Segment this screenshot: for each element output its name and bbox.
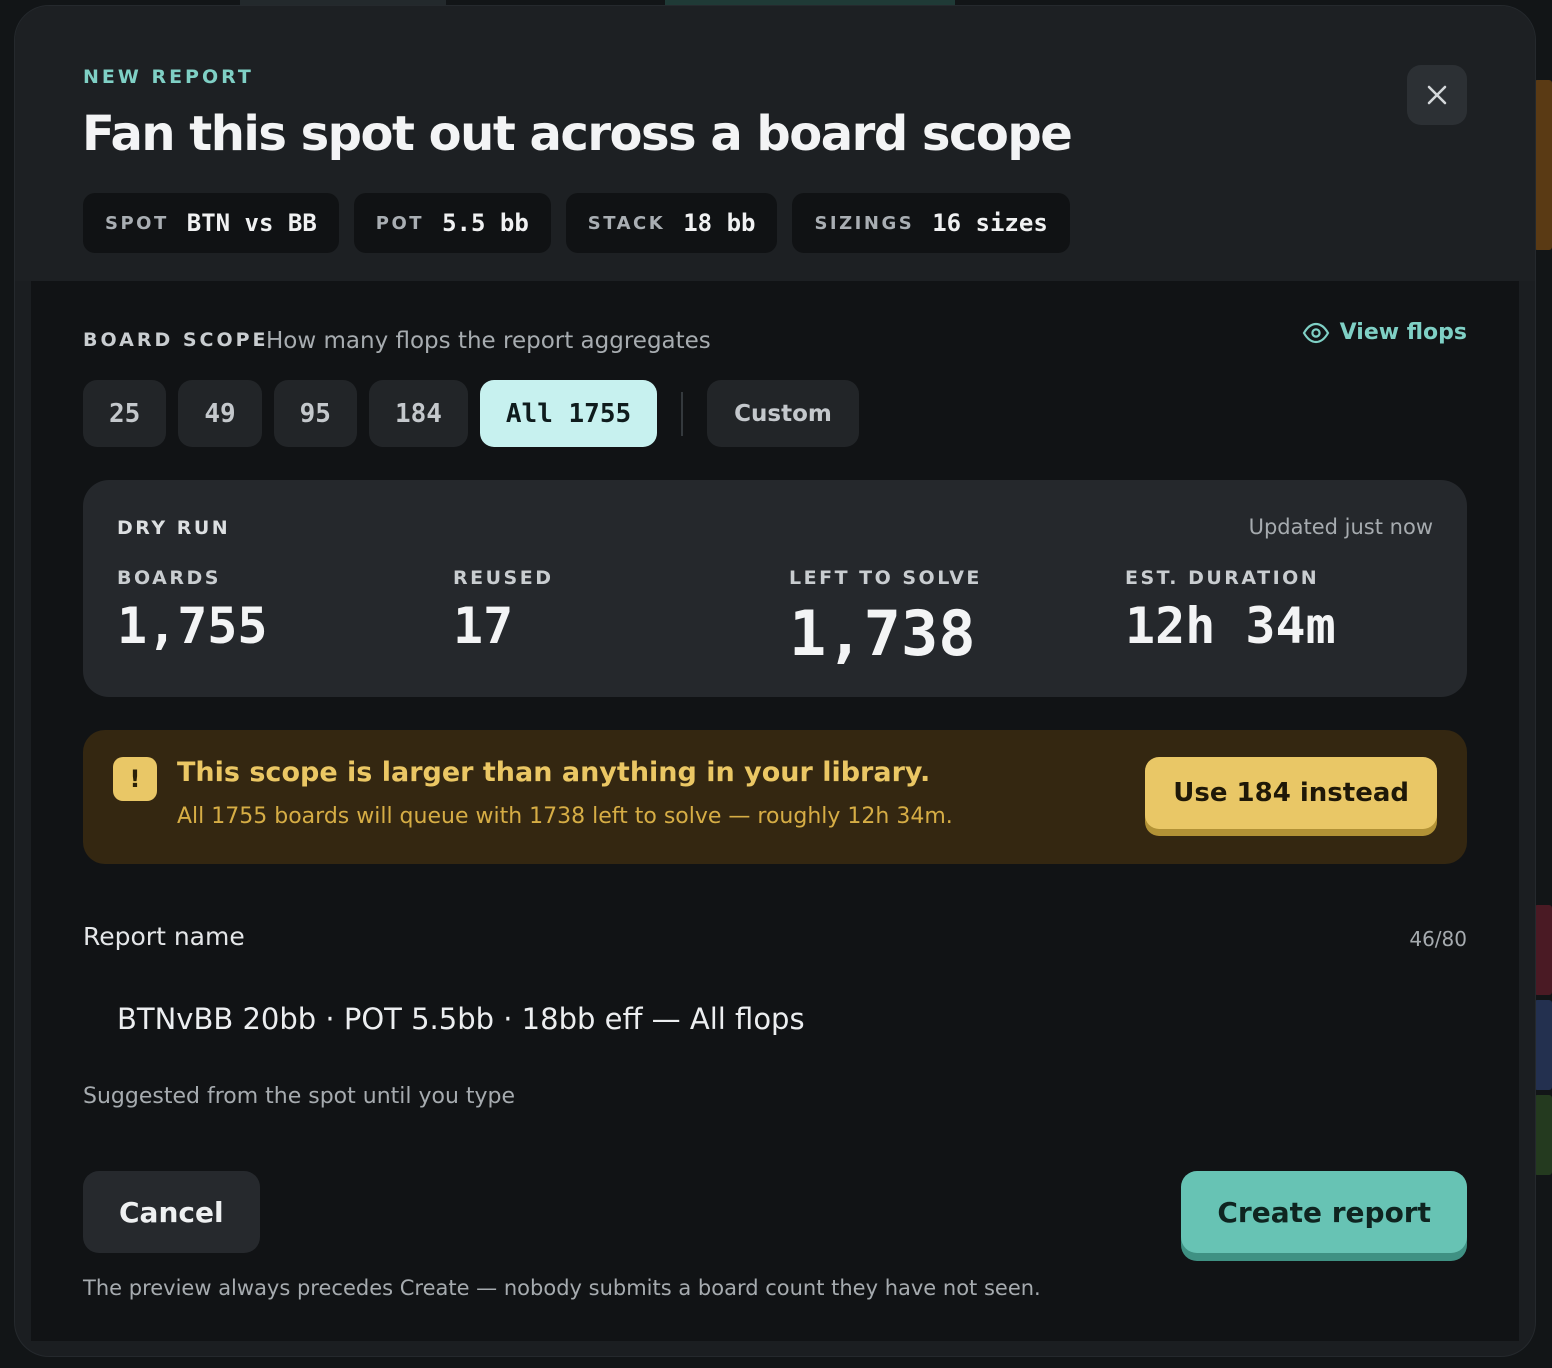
view-flops-label: View flops — [1339, 320, 1467, 345]
report-name-input[interactable] — [83, 984, 1467, 1054]
chip-value: 18 bb — [683, 209, 756, 237]
scope-divider — [681, 391, 684, 436]
background-cell — [1534, 905, 1552, 995]
stat-label: EST. DURATION — [1125, 567, 1320, 589]
scope-option-custom[interactable]: Custom — [707, 380, 859, 447]
footer-note: The preview always precedes Create — nob… — [83, 1276, 1041, 1300]
new-report-dialog: NEW REPORT Fan this spot out across a bo… — [15, 6, 1535, 1356]
chip-value: 16 sizes — [932, 209, 1048, 237]
background-cell — [1534, 1095, 1552, 1175]
close-button[interactable] — [1407, 65, 1467, 125]
stat-est-duration: EST. DURATION 12h 34m — [1125, 567, 1336, 655]
chip-value: BTN vs BB — [186, 209, 317, 237]
scope-warning: ! This scope is larger than anything in … — [83, 730, 1467, 864]
chip-value: 5.5 bb — [442, 209, 529, 237]
stat-value: 1,738 — [789, 597, 976, 670]
stat-label: LEFT TO SOLVE — [789, 567, 982, 589]
board-scope-label: BOARD SCOPE — [83, 329, 269, 351]
board-scope-description: How many flops the report aggregates — [266, 328, 711, 354]
chip-key: SPOT — [105, 212, 169, 234]
stat-reused: REUSED 17 — [453, 567, 553, 655]
report-name-char-count: 46/80 — [1409, 927, 1467, 951]
stat-value: 1,755 — [117, 597, 268, 655]
report-name-hint: Suggested from the spot until you type — [83, 1084, 516, 1109]
chip-stack: STACK 18 bb — [565, 193, 778, 253]
scope-option-95[interactable]: 95 — [273, 380, 357, 447]
stat-label: REUSED — [453, 567, 554, 589]
dialog-eyebrow: NEW REPORT — [83, 66, 254, 88]
chip-sizings: SIZINGS 16 sizes — [792, 193, 1070, 253]
stat-boards: BOARDS 1,755 — [117, 567, 268, 655]
stat-left-to-solve: LEFT TO SOLVE 1,738 — [789, 567, 982, 670]
dry-run-updated: Updated just now — [1248, 515, 1433, 539]
dry-run-panel: DRY RUN Updated just now BOARDS 1,755 RE… — [83, 480, 1467, 697]
warning-title: This scope is larger than anything in yo… — [177, 757, 931, 788]
dry-run-title: DRY RUN — [117, 517, 231, 539]
chip-pot: POT 5.5 bb — [353, 193, 551, 253]
close-icon — [1427, 85, 1447, 105]
background-cell — [1534, 80, 1552, 250]
stat-value: 17 — [453, 597, 514, 655]
use-184-instead-button[interactable]: Use 184 instead — [1145, 757, 1437, 829]
stat-value: 12h 34m — [1125, 597, 1336, 655]
view-flops-link[interactable]: View flops — [1302, 320, 1467, 345]
chip-spot: SPOT BTN vs BB — [83, 193, 339, 253]
warning-icon: ! — [113, 757, 157, 801]
background-cell — [1534, 1000, 1552, 1090]
stat-label: BOARDS — [117, 567, 221, 589]
scope-option-all[interactable]: All 1755 — [479, 380, 658, 447]
scope-option-184[interactable]: 184 — [368, 380, 468, 447]
warning-detail: All 1755 boards will queue with 1738 lef… — [177, 804, 953, 829]
create-report-button[interactable]: Create report — [1181, 1171, 1467, 1253]
spot-summary-chips: SPOT BTN vs BB POT 5.5 bb STACK 18 bb SI… — [83, 193, 1070, 253]
eye-icon — [1302, 322, 1329, 343]
chip-key: SIZINGS — [814, 212, 915, 234]
scope-option-49[interactable]: 49 — [178, 380, 262, 447]
dialog-title: Fan this spot out across a board scope — [82, 106, 1073, 162]
board-scope-selector: 25 49 95 184 All 1755 Custom — [83, 380, 859, 447]
chip-key: STACK — [587, 212, 666, 234]
scope-option-25[interactable]: 25 — [83, 380, 167, 447]
cancel-button[interactable]: Cancel — [83, 1171, 260, 1253]
chip-key: POT — [375, 212, 425, 234]
report-name-label: Report name — [83, 922, 245, 951]
